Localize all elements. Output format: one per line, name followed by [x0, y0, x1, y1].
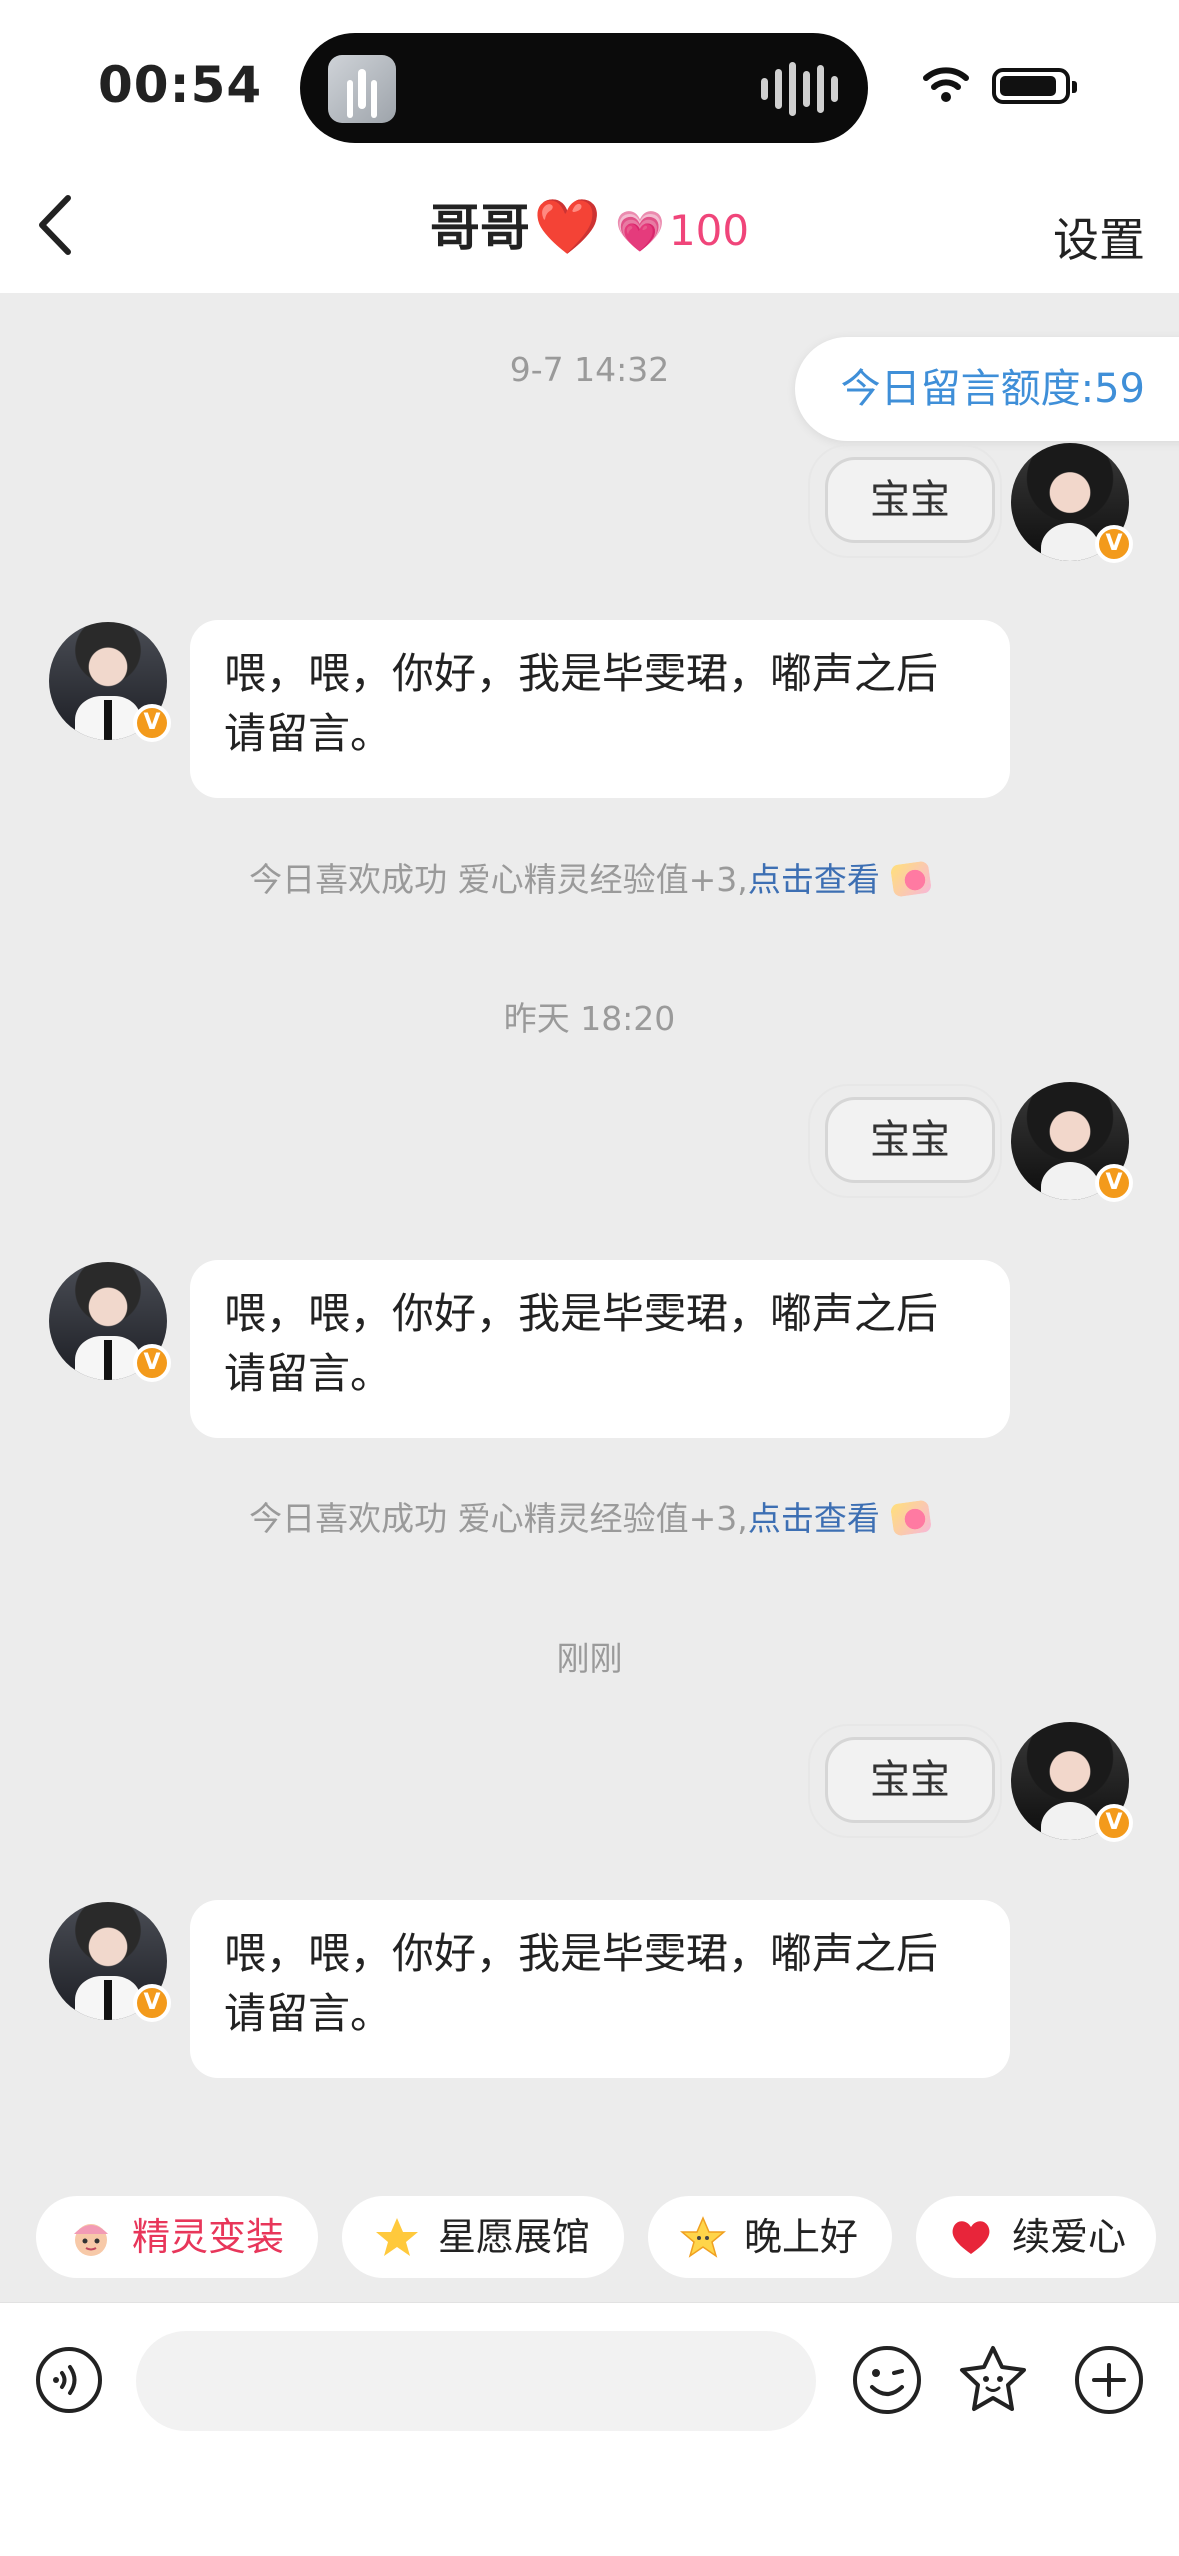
star-icon — [376, 2218, 418, 2256]
quick-reply-elf-dressup[interactable]: 精灵变装 — [36, 2196, 318, 2278]
system-notice: 今日喜欢成功 爱心精灵经验值+3,点击查看 — [0, 853, 1179, 901]
contact-name: 哥哥 — [429, 199, 530, 257]
quick-reply-star-gallery[interactable]: 星愿展馆 — [342, 2196, 624, 2278]
audio-wave-icon — [761, 61, 838, 117]
contact-avatar[interactable]: V — [49, 1262, 171, 1382]
top-bar: 00:54 哥哥❤️ 💗100 设置 — [0, 0, 1179, 293]
timestamp: 昨天 18:20 — [503, 999, 676, 1038]
heart-icon — [952, 2221, 990, 2254]
emoji-icon[interactable] — [850, 2343, 924, 2417]
love-elf-gift-icon — [889, 1499, 932, 1537]
received-message-bubble[interactable]: 喂，喂，你好，我是毕雯珺，嘟声之后请留言。 — [190, 1260, 1010, 1438]
system-notice-text: 今日喜欢成功 爱心精灵经验值+3, — [249, 1499, 748, 1538]
love-elf-gift-icon — [889, 860, 932, 898]
red-heart-icon: ❤️ — [533, 195, 602, 258]
sticker-icon[interactable] — [956, 2343, 1030, 2417]
verified-badge-icon: V — [133, 1984, 171, 2022]
chip-label: 星愿展馆 — [438, 2215, 591, 2259]
settings-button[interactable]: 设置 — [1053, 204, 1145, 270]
intimacy-value: 100 — [668, 206, 750, 255]
quick-reply-renew-love[interactable]: 续爱心 — [916, 2196, 1156, 2278]
view-details-link[interactable]: 点击查看 — [748, 1499, 880, 1538]
dynamic-island — [300, 33, 868, 143]
contact-avatar[interactable]: V — [49, 622, 171, 742]
verified-badge-icon: V — [1095, 1804, 1133, 1842]
quick-reply-good-evening[interactable]: 晚上好 — [648, 2196, 892, 2278]
verified-badge-icon: V — [133, 704, 171, 742]
received-message-bubble[interactable]: 喂，喂，你好，我是毕雯珺，嘟声之后请留言。 — [190, 1900, 1010, 2078]
contact-avatar[interactable]: V — [49, 1902, 171, 2022]
wifi-icon — [923, 67, 969, 102]
elf-icon — [74, 2224, 108, 2256]
timestamp: 9-7 14:32 — [509, 350, 670, 389]
view-details-link[interactable]: 点击查看 — [748, 860, 880, 899]
quick-reply-bar: 精灵变装 星愿展馆 晚上好 续爱心 — [36, 2196, 1156, 2278]
verified-badge-icon: V — [133, 1344, 171, 1382]
sent-message-bubble[interactable]: 宝宝 — [808, 1084, 1002, 1198]
system-notice: 今日喜欢成功 爱心精灵经验值+3,点击查看 — [0, 1492, 1179, 1540]
chip-label: 续爱心 — [1012, 2215, 1127, 2259]
my-avatar[interactable]: V — [1011, 1722, 1133, 1842]
chip-label: 精灵变装 — [132, 2215, 285, 2259]
system-notice-text: 今日喜欢成功 爱心精灵经验值+3, — [249, 860, 748, 899]
verified-badge-icon: V — [1095, 1164, 1133, 1202]
input-bar — [0, 2302, 1179, 2556]
verified-badge-icon: V — [1095, 525, 1133, 563]
timestamp: 刚刚 — [556, 1639, 623, 1678]
message-input[interactable] — [136, 2331, 816, 2431]
sent-message-bubble[interactable]: 宝宝 — [808, 444, 1002, 558]
sent-message-bubble[interactable]: 宝宝 — [808, 1724, 1002, 1838]
intimacy-heart-icon: 💗 — [615, 209, 665, 255]
received-message-bubble[interactable]: 喂，喂，你好，我是毕雯珺，嘟声之后请留言。 — [190, 620, 1010, 798]
island-app-icon — [328, 55, 396, 123]
voice-input-icon[interactable] — [34, 2345, 104, 2415]
plus-icon[interactable] — [1072, 2343, 1146, 2417]
my-avatar[interactable]: V — [1011, 1082, 1133, 1202]
chip-label: 晚上好 — [744, 2215, 859, 2259]
status-time: 00:54 — [98, 56, 263, 114]
battery-icon — [992, 68, 1077, 104]
sparkle-star-icon — [680, 2216, 726, 2258]
chat-title: 哥哥❤️ 💗100 — [0, 188, 1179, 260]
my-avatar[interactable]: V — [1011, 443, 1133, 563]
